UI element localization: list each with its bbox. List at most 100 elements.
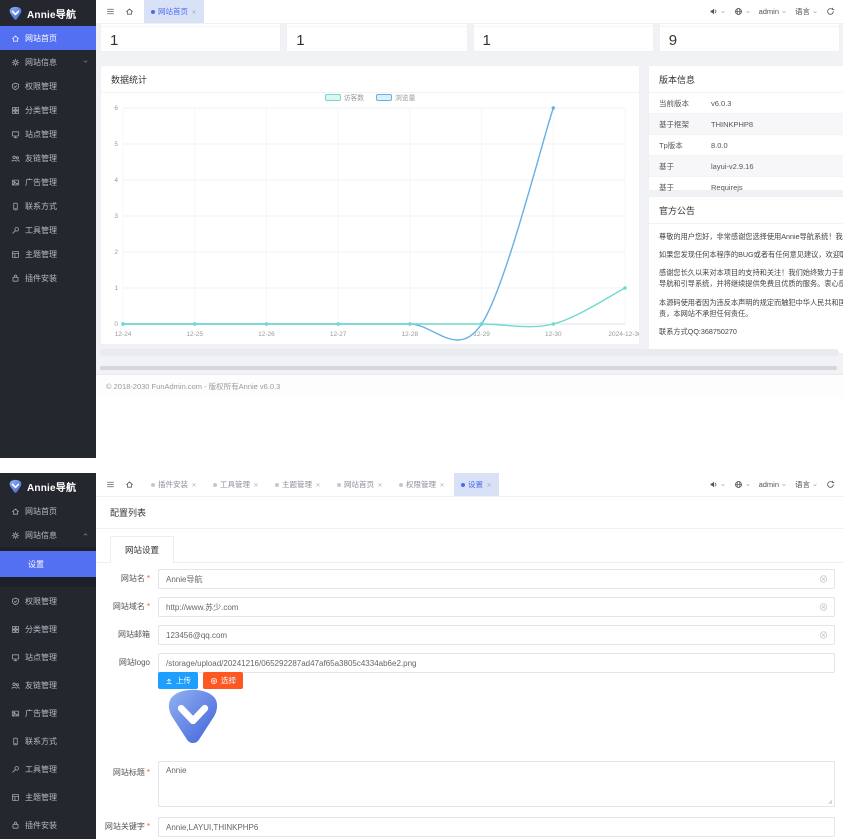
tab-label: 工具管理 (220, 479, 250, 490)
wrench-icon (11, 765, 20, 774)
input-site-logo[interactable]: /storage/upload/20241216/065292287ad47af… (158, 653, 835, 673)
tab-dot-icon (151, 483, 155, 487)
sidebar-item-shield[interactable]: 权限管理 (0, 74, 96, 98)
tab-item[interactable]: 插件安装 (144, 473, 204, 496)
stat-card-value: 1 (101, 27, 280, 49)
sidebar-item-image[interactable]: 广告管理 (0, 170, 96, 194)
sidebar-item-wrench[interactable]: 工具管理 (0, 755, 96, 783)
tab-label: 网站首页 (344, 479, 374, 490)
version-row-label: 当前版本 (649, 98, 711, 109)
sidebar-item-image[interactable]: 广告管理 (0, 699, 96, 727)
tab-close-icon[interactable] (191, 482, 197, 488)
sidebar-subitem-settings[interactable]: 设置 (0, 551, 96, 577)
sidebar-item-plugin[interactable]: 插件安装 (0, 811, 96, 839)
sidebar-item-label: 插件安装 (25, 820, 57, 831)
sidebar-item-gear[interactable]: 网站信息 (0, 50, 96, 74)
tab-close-icon[interactable] (486, 482, 492, 488)
version-row-label: 基于 (649, 161, 711, 172)
sidebar-item-plugin[interactable]: 插件安装 (0, 266, 96, 290)
tab-item[interactable]: 网站首页 (330, 473, 390, 496)
input-site-title[interactable]: Annie ◢ (158, 761, 835, 807)
sidebar-item-layout[interactable]: 主题管理 (0, 783, 96, 811)
tab-active[interactable]: 网站首页 (144, 0, 204, 23)
users-icon (11, 681, 20, 690)
clear-input-icon[interactable] (819, 603, 828, 612)
field-label-text: 网站logo (119, 658, 150, 667)
svg-text:5: 5 (114, 141, 118, 148)
tab-dot-icon (213, 483, 217, 487)
legend-item[interactable]: 浏览量 (376, 92, 415, 102)
home-button[interactable] (125, 480, 134, 489)
sidebar-item-phone[interactable]: 联系方式 (0, 194, 96, 218)
sidebar-item-monitor[interactable]: 站点管理 (0, 122, 96, 146)
language-menu[interactable]: 语言 (795, 479, 818, 490)
version-table: 当前版本v6.0.3基于框架THINKPHP8Tp版本8.0.0基于layui-… (649, 93, 843, 198)
sidebar-item-label: 友链管理 (25, 153, 57, 164)
tab-item[interactable]: 主题管理 (268, 473, 328, 496)
textarea-value: Annie (166, 766, 186, 775)
refresh-button[interactable] (826, 7, 835, 16)
clear-input-icon[interactable] (819, 631, 828, 640)
tab-active[interactable]: 设置 (454, 473, 499, 496)
home-button[interactable] (125, 7, 134, 16)
sidebar-item-grid[interactable]: 分类管理 (0, 98, 96, 122)
field-label-text: 网站域名 (113, 602, 145, 611)
field-label-text: 网站邮箱 (118, 630, 150, 639)
sidebar-item-phone[interactable]: 联系方式 (0, 727, 96, 755)
language-menu[interactable]: 语言 (795, 6, 818, 17)
collapse-menu-button[interactable] (106, 7, 115, 16)
tab-label: 权限管理 (406, 479, 436, 490)
announcement-dropdown[interactable] (709, 7, 726, 16)
close-icon (315, 482, 321, 488)
chevron-down-icon (720, 482, 726, 488)
globe-dropdown[interactable] (734, 480, 751, 489)
clear-input-icon[interactable] (819, 575, 828, 584)
tab-item[interactable]: 权限管理 (392, 473, 452, 496)
notice-body: 尊敬的用户您好，非常感谢您选择使用Annie导航系统！我们期待您的使用体验❤️如… (649, 224, 843, 348)
monitor-icon (11, 653, 20, 662)
tab-close-icon[interactable] (377, 482, 383, 488)
close-icon (253, 482, 259, 488)
collapse-menu-button[interactable] (106, 480, 115, 489)
user-menu[interactable]: admin (759, 7, 787, 16)
remove-logo-icon[interactable] (230, 676, 238, 684)
sidebar-item-shield[interactable]: 权限管理 (0, 587, 96, 615)
input-site-email[interactable]: 123456@qq.com (158, 625, 835, 645)
refresh-button[interactable] (826, 480, 835, 489)
tab-bar: 插件安装 工具管理 主题管理 网站首页 权限管理 设置 (144, 473, 499, 496)
logo-preview-image[interactable] (162, 686, 224, 748)
gem-logo-icon (8, 6, 23, 21)
tab-close-icon[interactable] (191, 9, 197, 15)
sidebar-item-monitor[interactable]: 站点管理 (0, 643, 96, 671)
sidebar-item-grid[interactable]: 分类管理 (0, 615, 96, 643)
tab-bar: 网站首页 (144, 0, 204, 23)
version-row-value: THINKPHP8 (711, 120, 843, 129)
sidebar-item-gear[interactable]: 网站信息 (0, 523, 96, 547)
main-area: 网站首页admin语言 站点数量1友链数量1分类数量1模板数量9 数据统计 访客… (96, 0, 843, 458)
announcement-dropdown[interactable] (709, 480, 726, 489)
tab-close-icon[interactable] (315, 482, 321, 488)
sidebar-item-layout[interactable]: 主题管理 (0, 242, 96, 266)
tab-close-icon[interactable] (439, 482, 445, 488)
input-site-name[interactable]: Annie导航 (158, 569, 835, 589)
tab-close-icon[interactable] (253, 482, 259, 488)
sidebar-item-users[interactable]: 友链管理 (0, 146, 96, 170)
sidebar-item-users[interactable]: 友链管理 (0, 671, 96, 699)
username: admin (759, 7, 779, 16)
hamburger-icon (106, 480, 115, 489)
input-site-domain[interactable]: http://www.苏少.com (158, 597, 835, 617)
globe-dropdown[interactable] (734, 7, 751, 16)
sidebar-item-wrench[interactable]: 工具管理 (0, 218, 96, 242)
version-row-label: 基于框架 (649, 119, 711, 130)
input-site-keywords[interactable]: Annie,LAYUI,THINKPHP6 (158, 817, 835, 837)
line-chart: 012345612-2412-2512-2612-2712-2812-2912-… (101, 102, 639, 342)
sidebar-item-label: 友链管理 (25, 680, 57, 691)
sidebar-item-home[interactable]: 网站首页 (0, 499, 96, 523)
resize-handle[interactable]: ◢ (828, 799, 832, 805)
legend-item[interactable]: 访客数 (325, 92, 364, 102)
horizontal-scrollbar[interactable] (100, 366, 837, 370)
user-menu[interactable]: admin (759, 480, 787, 489)
version-row-label: Tp版本 (649, 140, 711, 151)
tab-item[interactable]: 工具管理 (206, 473, 266, 496)
sidebar-item-home[interactable]: 网站首页 (0, 26, 96, 50)
